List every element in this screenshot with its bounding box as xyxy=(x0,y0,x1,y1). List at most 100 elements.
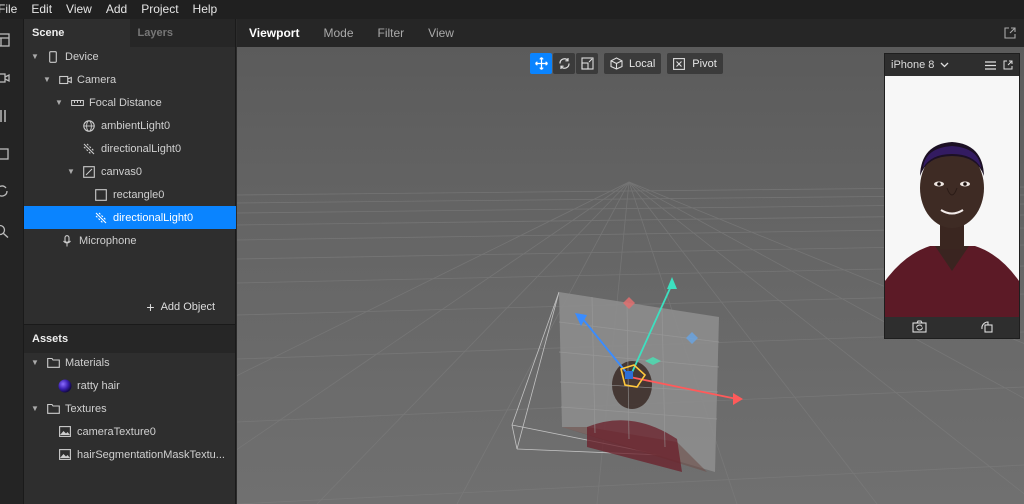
focal-distance-icon xyxy=(70,97,84,109)
tree-item-label: directionalLight0 xyxy=(113,211,194,224)
rotate-icon xyxy=(558,58,570,69)
video-icon[interactable] xyxy=(0,71,10,85)
rotate-tool-button[interactable] xyxy=(553,53,575,74)
viewport-toolbar: Local Pivot xyxy=(530,53,723,74)
tree-item-microphone[interactable]: Microphone xyxy=(24,229,236,252)
rectangle-icon xyxy=(94,188,108,201)
scene-panel: Scene Layers ▼ Device ▼ Camera ▼ Focal D… xyxy=(24,19,236,324)
tree-item-label: rectangle0 xyxy=(113,188,165,201)
popout-icon[interactable] xyxy=(1003,60,1013,70)
search-icon[interactable] xyxy=(0,224,10,238)
frame-icon[interactable] xyxy=(0,147,10,161)
local-space-button[interactable]: Local xyxy=(604,53,662,74)
tree-item-canvas[interactable]: ▼ canvas0 xyxy=(24,160,236,183)
scale-tool-button[interactable] xyxy=(576,53,598,74)
menu-view-options[interactable]: View xyxy=(416,26,466,40)
preview-camera-feed xyxy=(885,76,1019,317)
tree-item-label: Textures xyxy=(65,402,107,415)
menu-mode[interactable]: Mode xyxy=(311,26,365,40)
tree-item-camera[interactable]: ▼ Camera xyxy=(24,68,236,91)
directional-light-icon xyxy=(82,143,96,155)
tree-item-label: ratty hair xyxy=(77,379,120,392)
viewport-header: Viewport Mode Filter View xyxy=(237,19,1024,47)
collapse-arrow-icon[interactable]: ▼ xyxy=(30,404,40,413)
menu-edit[interactable]: Edit xyxy=(24,0,59,19)
directional-light-icon xyxy=(94,212,108,224)
tree-item-device[interactable]: ▼ Device xyxy=(24,45,236,68)
transform-tools xyxy=(530,53,598,74)
tree-item-label: Camera xyxy=(77,73,117,86)
tree-item-label: directionalLight0 xyxy=(101,142,182,155)
texture-icon xyxy=(58,426,72,438)
camera-icon xyxy=(58,74,72,86)
tree-item-label: ambientLight0 xyxy=(101,119,171,132)
menu-add[interactable]: Add xyxy=(99,0,134,19)
scene-tabs: Scene Layers xyxy=(24,19,235,47)
tree-item-directional-light[interactable]: directionalLight0 xyxy=(24,137,236,160)
menu-help[interactable]: Help xyxy=(186,0,225,19)
tab-layers[interactable]: Layers xyxy=(130,19,236,47)
chevron-down-icon[interactable] xyxy=(940,62,949,68)
menu-view[interactable]: View xyxy=(59,0,99,19)
tree-item-label: hairSegmentationMaskTextu... xyxy=(77,448,225,461)
layout-icon[interactable] xyxy=(0,33,10,47)
asset-folder-materials[interactable]: ▼ Materials xyxy=(24,351,236,374)
expand-icon[interactable] xyxy=(1004,27,1016,39)
tree-item-focal-distance[interactable]: ▼ Focal Distance xyxy=(24,91,236,114)
tool-strip xyxy=(0,19,24,504)
preview-screen[interactable] xyxy=(885,76,1019,317)
texture-icon xyxy=(58,449,72,461)
asset-item-camera-texture[interactable]: cameraTexture0 xyxy=(24,420,236,443)
tree-item-label: Materials xyxy=(65,356,110,369)
preview-header: iPhone 8 xyxy=(885,54,1019,76)
collapse-arrow-icon[interactable]: ▼ xyxy=(42,75,52,84)
move-icon xyxy=(534,57,548,70)
tree-item-label: canvas0 xyxy=(101,165,142,178)
asset-folder-textures[interactable]: ▼ Textures xyxy=(24,397,236,420)
assets-title: Assets xyxy=(24,325,235,353)
tree-item-label: cameraTexture0 xyxy=(77,425,156,438)
collapse-arrow-icon[interactable]: ▼ xyxy=(66,167,76,176)
asset-item-hair-mask-texture[interactable]: hairSegmentationMaskTextu... xyxy=(24,443,236,466)
material-sphere-icon xyxy=(58,379,72,392)
menu-project[interactable]: Project xyxy=(134,0,185,19)
sync-icon[interactable] xyxy=(0,184,10,198)
device-select[interactable]: iPhone 8 xyxy=(891,59,934,71)
tree-item-label: Focal Distance xyxy=(89,96,162,109)
move-tool-button[interactable] xyxy=(530,53,552,74)
menu-file[interactable]: File xyxy=(0,0,24,19)
library-icon[interactable] xyxy=(0,109,10,123)
add-object-label: Add Object xyxy=(160,301,215,313)
add-object-button[interactable]: + Add Object xyxy=(146,298,215,315)
local-label: Local xyxy=(629,57,656,70)
switch-camera-icon[interactable] xyxy=(911,320,927,333)
collapse-arrow-icon[interactable]: ▼ xyxy=(54,98,64,107)
canvas-icon xyxy=(82,165,96,178)
collapse-arrow-icon[interactable]: ▼ xyxy=(30,52,40,61)
device-preview: iPhone 8 xyxy=(884,53,1020,339)
pivot-icon xyxy=(673,57,686,70)
menu-filter[interactable]: Filter xyxy=(366,26,417,40)
scale-icon xyxy=(580,57,594,70)
collapse-arrow-icon[interactable]: ▼ xyxy=(30,358,40,367)
assets-panel: Assets ▼ Materials ratty hair ▼ Textures… xyxy=(24,324,236,504)
folder-icon xyxy=(46,357,60,369)
tab-scene[interactable]: Scene xyxy=(24,19,130,47)
tree-item-directional-light-selected[interactable]: directionalLight0 xyxy=(24,206,236,229)
tree-item-rectangle[interactable]: rectangle0 xyxy=(24,183,236,206)
folder-icon xyxy=(46,403,60,415)
pivot-label: Pivot xyxy=(692,57,717,70)
tree-item-ambient-light[interactable]: ambientLight0 xyxy=(24,114,236,137)
tree-item-label: Microphone xyxy=(79,234,137,247)
menu-icon[interactable] xyxy=(985,61,996,70)
plus-icon: + xyxy=(146,298,155,315)
tab-viewport[interactable]: Viewport xyxy=(237,26,311,40)
asset-item-ratty-hair[interactable]: ratty hair xyxy=(24,374,236,397)
pivot-button[interactable]: Pivot xyxy=(667,53,723,74)
rotate-device-icon[interactable] xyxy=(980,320,993,333)
preview-footer xyxy=(885,315,1019,338)
ambient-light-icon xyxy=(82,119,96,132)
cube-icon xyxy=(610,57,623,70)
menu-bar: File Edit View Add Project Help xyxy=(0,0,1024,19)
device-icon xyxy=(46,50,60,63)
